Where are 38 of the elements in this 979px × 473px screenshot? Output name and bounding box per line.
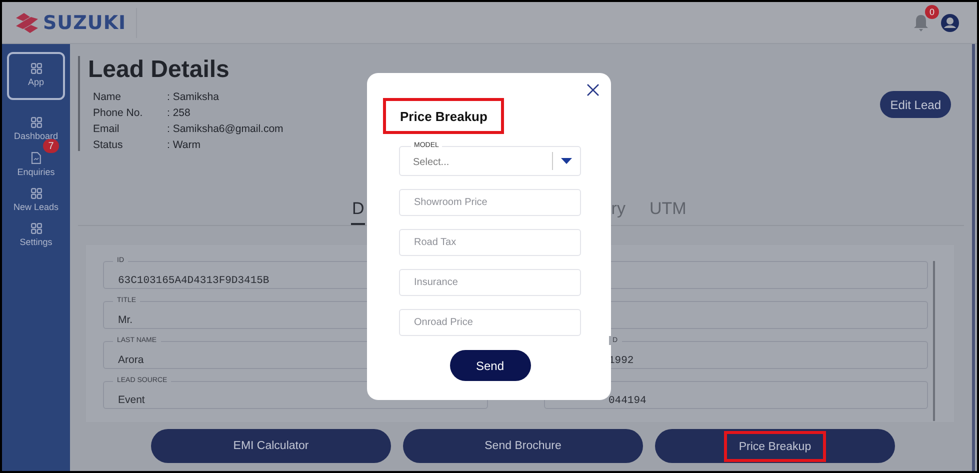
sidebar-item[interactable]: App: [7, 52, 65, 100]
sidebar-item[interactable]: New Leads: [7, 183, 65, 217]
brand-logo: SUZUKI: [43, 12, 126, 34]
info-value: : 258: [167, 107, 192, 119]
info-value: : Samiksha: [167, 91, 220, 103]
close-icon[interactable]: [587, 84, 599, 96]
page-title: Lead Details: [88, 56, 230, 84]
info-label: Email: [93, 123, 120, 135]
input-field[interactable]: Insurance: [399, 269, 581, 296]
info-label: Status: [93, 139, 124, 151]
notification-badge: 0: [925, 4, 939, 18]
grid-icon: [30, 117, 42, 128]
info-value: : Warm: [167, 139, 202, 151]
action-button[interactable]: Send Brochure: [403, 429, 643, 463]
send-button[interactable]: Send: [450, 350, 530, 381]
bell-icon[interactable]: [913, 14, 929, 32]
input-field[interactable]: Showroom Price: [399, 189, 581, 216]
dialog-title: Price Breakup: [383, 98, 504, 134]
document-icon: [31, 152, 41, 164]
action-button[interactable]: EMI Calculator: [151, 429, 391, 463]
info-label: Phone No.: [93, 107, 144, 119]
edit-lead-button[interactable]: Edit Lead: [880, 91, 951, 118]
caret-icon: [561, 158, 572, 164]
input-field[interactable]: Onroad Price: [399, 309, 581, 336]
grid-icon: [30, 63, 42, 74]
grid-icon: [30, 188, 42, 199]
scrollbar[interactable]: [972, 44, 975, 471]
action-button[interactable]: Price Breakup: [655, 429, 895, 463]
count-badge: 7: [43, 139, 59, 153]
input-field[interactable]: Road Tax: [399, 229, 581, 256]
user-avatar-icon[interactable]: [941, 14, 959, 32]
logo-icon: [14, 12, 40, 32]
info-value: : Samiksha6@gmail.com: [167, 123, 284, 135]
tab[interactable]: D: [351, 199, 366, 225]
info-label: Name: [93, 91, 122, 103]
grid-icon: [30, 223, 42, 234]
scrollbar[interactable]: [933, 261, 935, 421]
sidebar-item[interactable]: Settings: [7, 218, 65, 252]
